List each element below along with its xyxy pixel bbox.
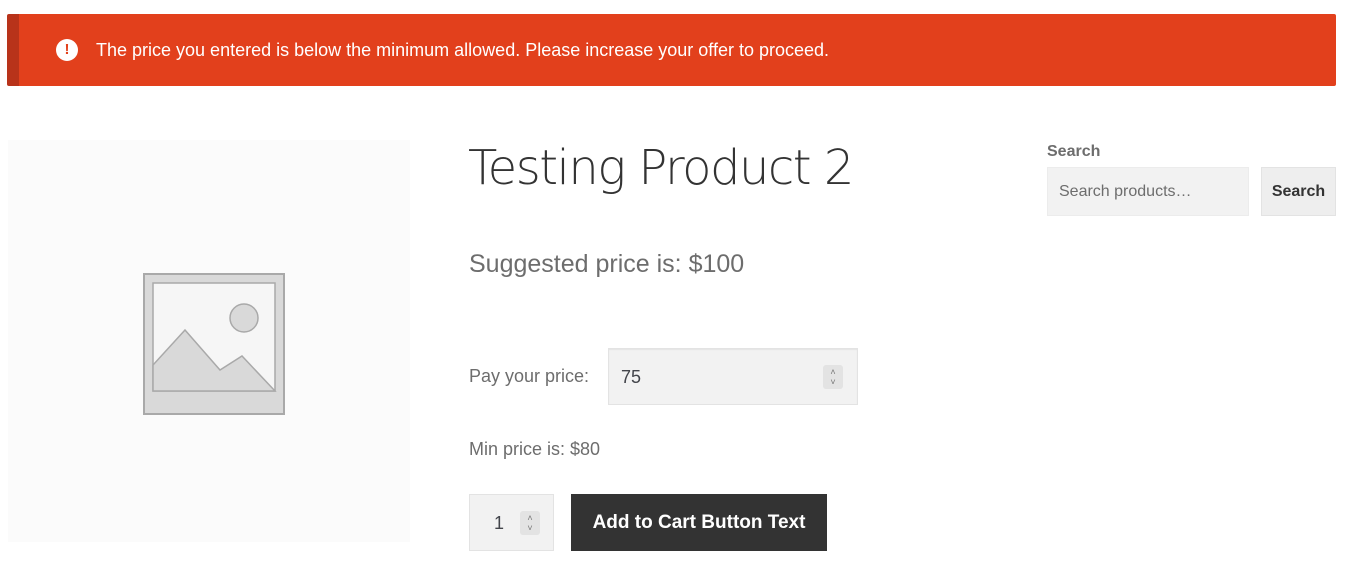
quantity-stepper[interactable]: ˄ ˅ — [520, 511, 540, 535]
error-notice: ! The price you entered is below the min… — [7, 14, 1336, 86]
product-title: Testing Product 2 — [468, 140, 854, 196]
suggested-price: Suggested price is: $100 — [469, 250, 745, 278]
search-button[interactable]: Search — [1261, 167, 1336, 216]
chevron-up-icon[interactable]: ˄ — [527, 513, 532, 523]
product-image[interactable] — [8, 140, 410, 542]
price-input[interactable]: 75 ˄ ˅ — [608, 348, 858, 405]
error-message: The price you entered is below the minim… — [96, 40, 830, 60]
search-heading: Search — [1047, 143, 1101, 160]
chevron-down-icon[interactable]: ˅ — [830, 377, 835, 387]
price-stepper[interactable]: ˄ ˅ — [823, 365, 843, 389]
image-placeholder-icon — [143, 273, 285, 415]
pay-your-price-label: Pay your price: — [469, 366, 590, 386]
price-value: 75 — [621, 367, 642, 387]
chevron-up-icon[interactable]: ˄ — [830, 367, 835, 377]
chevron-down-icon[interactable]: ˅ — [527, 523, 532, 533]
quantity-value: 1 — [494, 513, 505, 533]
search-input[interactable] — [1047, 167, 1249, 216]
quantity-input[interactable]: 1 ˄ ˅ — [469, 494, 554, 551]
add-to-cart-button[interactable]: Add to Cart Button Text — [571, 494, 827, 551]
min-price: Min price is: $80 — [469, 439, 601, 459]
exclamation-circle-icon: ! — [56, 39, 78, 61]
